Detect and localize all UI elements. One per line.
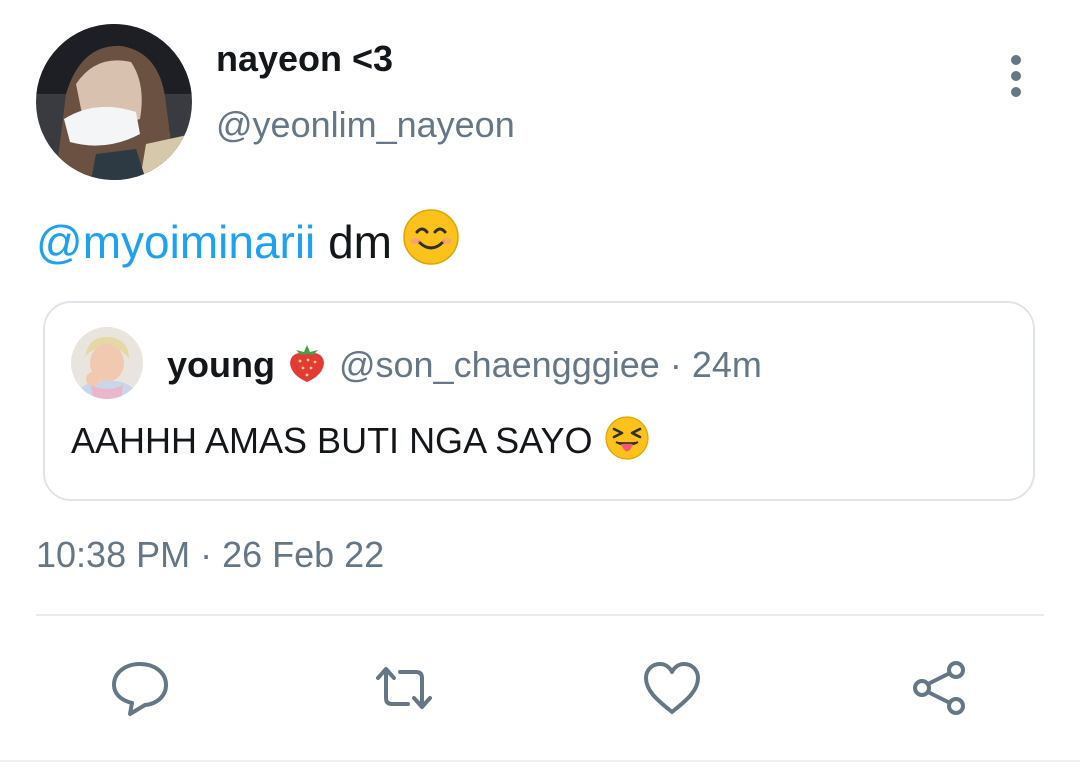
author-display-name[interactable]: nayeon <3 [216, 38, 393, 80]
mention-link[interactable]: @myoiminarii [36, 216, 315, 268]
retweet-button[interactable] [372, 656, 436, 720]
like-button[interactable] [640, 656, 704, 720]
quoted-author-avatar[interactable] [71, 327, 143, 399]
quoted-tweet-body: AAHHH AMAS BUTI NGA SAYO [71, 420, 593, 461]
tweet-timestamp[interactable]: 10:38 PM · 26 Feb 22 [36, 534, 384, 576]
share-button[interactable] [908, 656, 972, 720]
quoted-display-name[interactable]: young [167, 344, 275, 385]
bottom-divider [0, 760, 1080, 762]
quoted-tweet-text: AAHHH AMAS BUTI NGA SAYO [71, 415, 650, 471]
author-handle[interactable]: @yeonlim_nayeon [216, 104, 515, 146]
profile-photo [36, 24, 192, 180]
header-separator: · [669, 344, 682, 385]
quoted-profile-photo [71, 327, 143, 399]
heart-icon [644, 662, 700, 714]
tweet-body: dm [328, 216, 392, 268]
divider [36, 614, 1044, 616]
quoted-tweet-header: young @son_chaengggiee · 24m [167, 341, 762, 393]
strawberry-icon [287, 341, 327, 393]
quoted-handle[interactable]: @son_chaengggiee [339, 344, 660, 385]
share-icon [913, 661, 965, 715]
more-vertical-icon [1011, 55, 1021, 97]
speech-bubble-icon [112, 662, 168, 716]
retweet-arrows-icon [376, 667, 432, 709]
quoted-time: 24m [691, 344, 762, 385]
squinting-tongue-face-icon [604, 415, 650, 471]
reply-button[interactable] [108, 656, 172, 720]
tweet-text: @myoiminarii dm [36, 208, 460, 278]
quoted-tweet-card[interactable]: young @son_chaengggiee · 24m AAHHH AMAS … [43, 301, 1035, 501]
author-avatar[interactable] [36, 24, 192, 180]
smiling-face-icon [402, 208, 460, 278]
more-options-button[interactable] [996, 52, 1036, 100]
